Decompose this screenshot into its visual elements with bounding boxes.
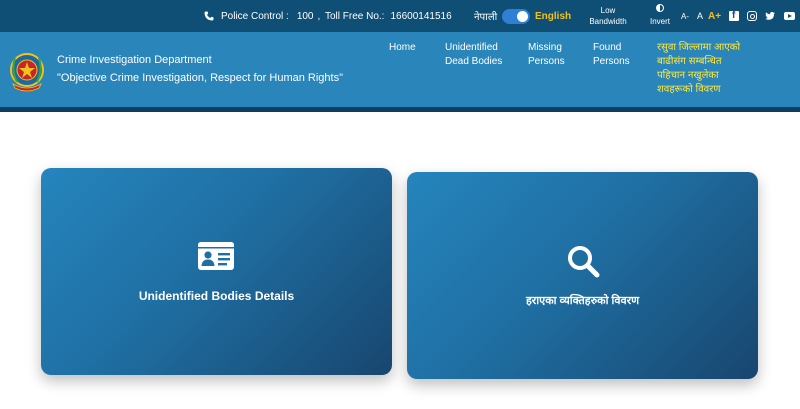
language-toggle[interactable] <box>502 9 530 24</box>
nav-home[interactable]: Home <box>389 41 416 55</box>
instagram-icon[interactable] <box>747 11 757 21</box>
invert-button[interactable]: Invert <box>645 4 675 28</box>
separator: , <box>317 10 321 22</box>
department-motto: "Objective Crime Investigation, Respect … <box>57 72 343 84</box>
low-bandwidth-line-1: Low <box>600 6 616 15</box>
unidentified-bodies-card[interactable]: Unidentified Bodies Details <box>41 168 392 375</box>
toll-free-label: Toll Free No.: <box>325 10 385 22</box>
unidentified-bodies-card-label: Unidentified Bodies Details <box>138 289 295 303</box>
nav-unidentified-dead-bodies[interactable]: Unidentified Dead Bodies <box>445 41 503 69</box>
police-control-number: 100 <box>296 10 314 22</box>
language-nepali-label[interactable]: नेपाली <box>474 0 497 32</box>
id-card-icon <box>198 242 234 270</box>
font-decrease-button[interactable]: A- <box>681 0 689 32</box>
low-bandwidth-button[interactable]: Low Bandwidth <box>586 5 630 27</box>
toll-free: Toll Free No.: 16600141516 <box>325 0 452 32</box>
toll-free-number: 16600141516 <box>390 10 452 22</box>
toggle-knob <box>517 11 528 22</box>
phone-icon <box>204 0 214 32</box>
facebook-icon[interactable] <box>729 10 739 21</box>
site-header: Crime Investigation Department "Objectiv… <box>0 32 800 107</box>
police-control-label: Police Control : <box>221 10 289 22</box>
nav-found-persons[interactable]: Found Persons <box>593 41 633 69</box>
low-bandwidth-line-2: Bandwidth <box>589 17 627 26</box>
language-english-label[interactable]: English <box>535 0 571 32</box>
department-name: Crime Investigation Department <box>57 54 212 66</box>
missing-persons-card-label: हराएका व्यक्तिहरुको विवरण <box>525 295 640 307</box>
missing-persons-card[interactable]: हराएका व्यक्तिहरुको विवरण <box>407 172 758 379</box>
font-normal-button[interactable]: A <box>697 0 703 32</box>
twitter-icon[interactable] <box>765 11 775 21</box>
nav-missing-persons[interactable]: Missing Persons <box>528 41 572 69</box>
search-icon <box>568 246 600 278</box>
police-control: Police Control : 100 , <box>221 0 320 32</box>
youtube-icon[interactable] <box>784 12 795 20</box>
nav-rasuwa-flood-notice[interactable]: रसुवा जिल्लामा आएको बाढीसंग सम्बन्धित पह… <box>657 41 752 97</box>
top-bar: Police Control : 100 , Toll Free No.: 16… <box>0 0 800 32</box>
header-divider <box>0 107 800 112</box>
police-emblem-logo[interactable] <box>5 50 49 94</box>
font-increase-button[interactable]: A+ <box>708 0 721 32</box>
contrast-icon <box>656 4 664 12</box>
invert-label: Invert <box>649 17 670 26</box>
